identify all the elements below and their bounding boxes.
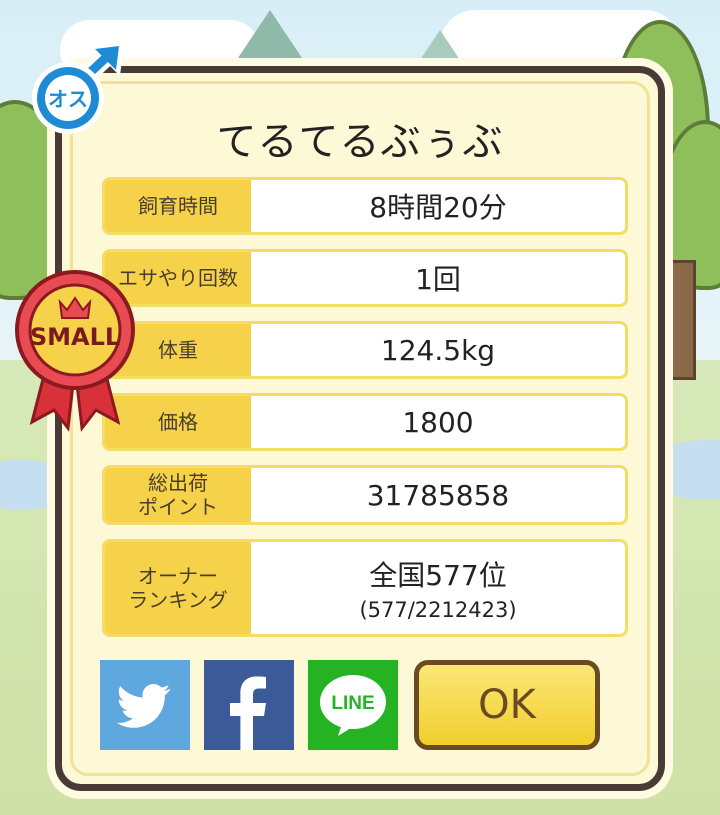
stat-value: 1800: [251, 396, 625, 448]
line-logo-label: LINE: [331, 693, 374, 714]
stat-value: 31785858: [251, 468, 625, 522]
stat-label: 総出荷 ポイント: [105, 468, 251, 522]
stat-value-text: 1回: [415, 263, 461, 296]
stat-value: 8時間20分: [251, 180, 625, 232]
stat-value-text: 8時間20分: [369, 191, 507, 224]
stat-row-owner-ranking: オーナー ランキング 全国577位 (577/2212423): [102, 539, 628, 637]
male-symbol-icon: オス: [32, 42, 124, 134]
ranking-detail: (577/2212423): [359, 598, 517, 622]
male-gender-badge: オス: [24, 40, 128, 136]
stat-value-text: 31785858: [366, 478, 510, 512]
facebook-f-icon: [230, 676, 266, 750]
tree-trunk: [670, 260, 696, 380]
gender-badge-label: オス: [48, 87, 88, 111]
stat-value: 1回: [251, 252, 625, 304]
stat-value-text: 1800: [402, 405, 474, 439]
facebook-share-button[interactable]: [204, 660, 294, 750]
stat-row-total-points: 総出荷 ポイント 31785858: [102, 465, 628, 525]
line-logo-icon: LINE: [320, 675, 386, 736]
result-dialog: てるてるぶぅぶ 飼育時間 8時間20分 エサやり回数 1回 体重 124.5kg…: [55, 66, 665, 791]
stat-value-text: 124.5kg: [380, 333, 496, 367]
line-share-button[interactable]: LINE: [308, 660, 398, 750]
stat-value: 124.5kg: [251, 324, 625, 376]
size-ribbon-badge: SMALL: [10, 262, 140, 432]
stat-value: 全国577位 (577/2212423): [251, 542, 625, 634]
twitter-bird-icon: [116, 684, 171, 728]
ribbon-rosette-icon: SMALL: [15, 270, 135, 432]
dialog-title: てるてるぶぅぶ: [216, 119, 504, 165]
stat-label: オーナー ランキング: [105, 542, 251, 634]
stat-label: 飼育時間: [105, 180, 251, 232]
stat-row-feed-count: エサやり回数 1回: [102, 249, 628, 307]
stat-value-text: 全国577位: [369, 559, 507, 592]
stat-row-weight: 体重 124.5kg: [102, 321, 628, 379]
size-badge-label: SMALL: [30, 323, 120, 351]
stat-row-rearing-time: 飼育時間 8時間20分: [102, 177, 628, 235]
ok-button[interactable]: OK: [414, 660, 600, 750]
stat-row-price: 価格 1800: [102, 393, 628, 451]
twitter-share-button[interactable]: [100, 660, 190, 750]
